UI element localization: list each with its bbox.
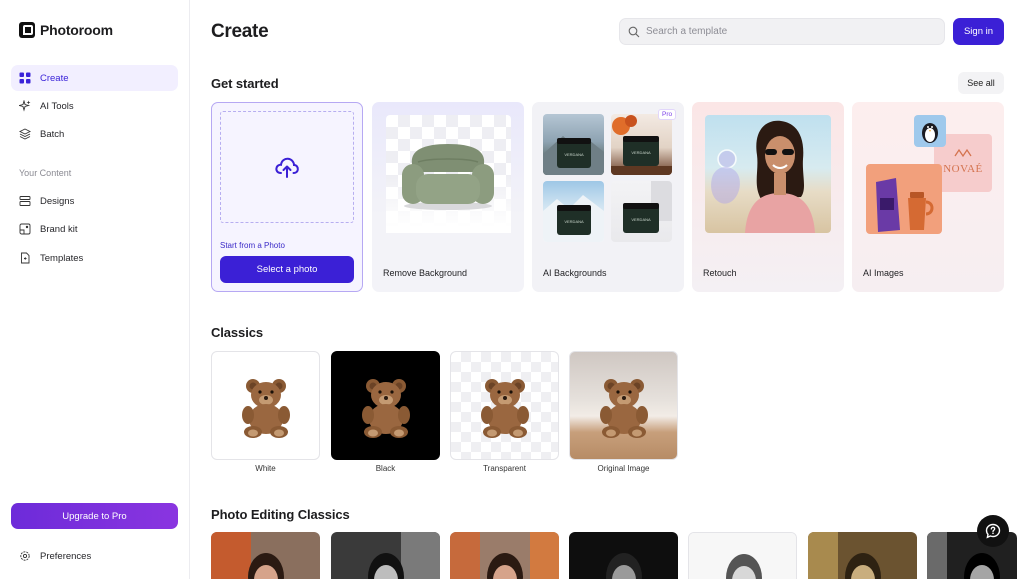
sidebar-item-label: Create: [40, 72, 69, 84]
teddy-bear-image: [480, 378, 529, 438]
sidebar-item-batch[interactable]: Batch: [11, 121, 178, 147]
sidebar-item-preferences[interactable]: Preferences: [11, 543, 178, 569]
sidebar: Photoroom Create AI Tools Batch Your Con…: [0, 0, 190, 579]
page-title: Create: [211, 21, 269, 42]
classic-black-tile[interactable]: [331, 351, 440, 460]
photo-edit-tile[interactable]: [569, 532, 678, 579]
templates-icon: [21, 252, 30, 264]
see-all-button[interactable]: See all: [958, 72, 1004, 94]
classics-title: Classics: [211, 325, 263, 340]
brand-logo[interactable]: Photoroom: [19, 22, 113, 38]
gear-icon: [20, 551, 30, 561]
cloud-upload-icon: [275, 157, 299, 178]
sidebar-item-label: Templates: [40, 252, 84, 264]
search-icon: [628, 26, 640, 37]
sidebar-item-ai-tools[interactable]: AI Tools: [11, 93, 178, 119]
sidebar-item-label: Batch: [40, 128, 65, 140]
sidebar-item-label: Brand kit: [40, 223, 78, 235]
card-label: AI Backgrounds: [543, 268, 607, 278]
portrait-image: [450, 532, 559, 579]
pro-badge: Pro: [658, 109, 677, 120]
upload-card[interactable]: Start from a Photo Select a photo: [211, 102, 363, 292]
portrait-image: [808, 532, 917, 579]
brand-kit-icon: [19, 223, 31, 235]
ai-backgrounds-card[interactable]: VERDANA VERDANA Pro VERDANA VERDANA AI B…: [532, 102, 684, 292]
woman-portrait-image: [711, 120, 815, 233]
ai-background-tile: VERDANA: [543, 114, 604, 175]
search-input[interactable]: [646, 26, 926, 37]
sidebar-item-brand-kit[interactable]: Brand kit: [11, 216, 178, 242]
main-content: Create Sign in Get started See all Start…: [191, 0, 1024, 579]
ai-background-tile: VERDANA: [543, 181, 604, 242]
sidebar-item-templates[interactable]: Templates: [11, 245, 178, 271]
photoroom-logo-icon: [19, 22, 35, 38]
photo-edit-tile[interactable]: [211, 532, 320, 579]
jar-label: VERDANA: [631, 217, 651, 222]
start-from-photo-caption: Start from a Photo: [220, 241, 285, 250]
select-photo-button[interactable]: Select a photo: [220, 256, 354, 283]
jar-image: VERDANA: [543, 136, 604, 175]
sign-in-button[interactable]: Sign in: [953, 18, 1004, 45]
sidebar-item-label: Designs: [40, 195, 75, 207]
jar-image: VERDANA: [543, 195, 604, 242]
photo-edit-tile[interactable]: [688, 532, 797, 579]
classic-label: Black: [375, 464, 396, 473]
sidebar-item-label: AI Tools: [40, 100, 74, 112]
portrait-image: [331, 532, 440, 579]
get-started-title: Get started: [211, 76, 279, 91]
jar-label: VERDANA: [564, 152, 584, 157]
portrait-image: [211, 532, 320, 579]
your-content-label: Your Content: [19, 168, 72, 178]
ai-background-tile: VERDANA: [611, 114, 672, 175]
retouch-card[interactable]: Retouch: [692, 102, 844, 292]
retouch-photo: [705, 115, 831, 233]
classic-transparent-tile[interactable]: [450, 351, 559, 460]
sidebar-item-create[interactable]: Create: [11, 65, 178, 91]
photo-edit-tile[interactable]: [331, 532, 440, 579]
sidebar-item-label: Preferences: [40, 550, 92, 562]
classic-label: White: [255, 464, 276, 473]
ai-background-tile: VERDANA: [611, 181, 672, 242]
ai-images-card[interactable]: NOVAÉ AI Images: [852, 102, 1004, 292]
jar-image: VERDANA: [623, 181, 672, 233]
teddy-bear-image: [241, 378, 290, 438]
help-button[interactable]: [977, 515, 1009, 547]
classic-original-tile[interactable]: [569, 351, 678, 460]
brand-name: Photoroom: [40, 22, 113, 38]
upgrade-to-pro-button[interactable]: Upgrade to Pro: [11, 503, 178, 529]
novae-brand-text: NOVAÉ: [943, 163, 983, 175]
jar-label: VERDANA: [564, 219, 584, 224]
teddy-bear-image: [599, 378, 648, 438]
jar-label: VERDANA: [631, 150, 651, 155]
card-label: Remove Background: [383, 268, 468, 278]
ai-images-collage: NOVAÉ: [866, 115, 992, 234]
teddy-bear-image: [361, 378, 410, 438]
classic-label: Transparent: [483, 464, 526, 473]
photo-edit-tile[interactable]: [808, 532, 917, 579]
card-label: Retouch: [703, 268, 737, 278]
search-box[interactable]: [619, 18, 945, 45]
classic-label: Original Image: [597, 464, 650, 473]
card-label: AI Images: [863, 268, 904, 278]
sidebar-item-designs[interactable]: Designs: [11, 188, 178, 214]
jar-image: VERDANA: [611, 115, 672, 175]
armchair-image: [402, 144, 494, 210]
help-chat-icon: [985, 523, 1001, 539]
remove-background-card[interactable]: Remove Background: [372, 102, 524, 292]
layers-icon: [19, 128, 31, 140]
upload-dropzone[interactable]: [220, 111, 354, 223]
designs-icon: [19, 196, 31, 206]
classic-white-tile[interactable]: [211, 351, 320, 460]
photo-edit-tile[interactable]: [450, 532, 559, 579]
sparkles-icon: [19, 100, 31, 112]
portrait-image: [689, 533, 796, 579]
portrait-image: [569, 532, 678, 579]
grid-icon: [19, 72, 31, 84]
photo-editing-classics-title: Photo Editing Classics: [211, 507, 350, 522]
